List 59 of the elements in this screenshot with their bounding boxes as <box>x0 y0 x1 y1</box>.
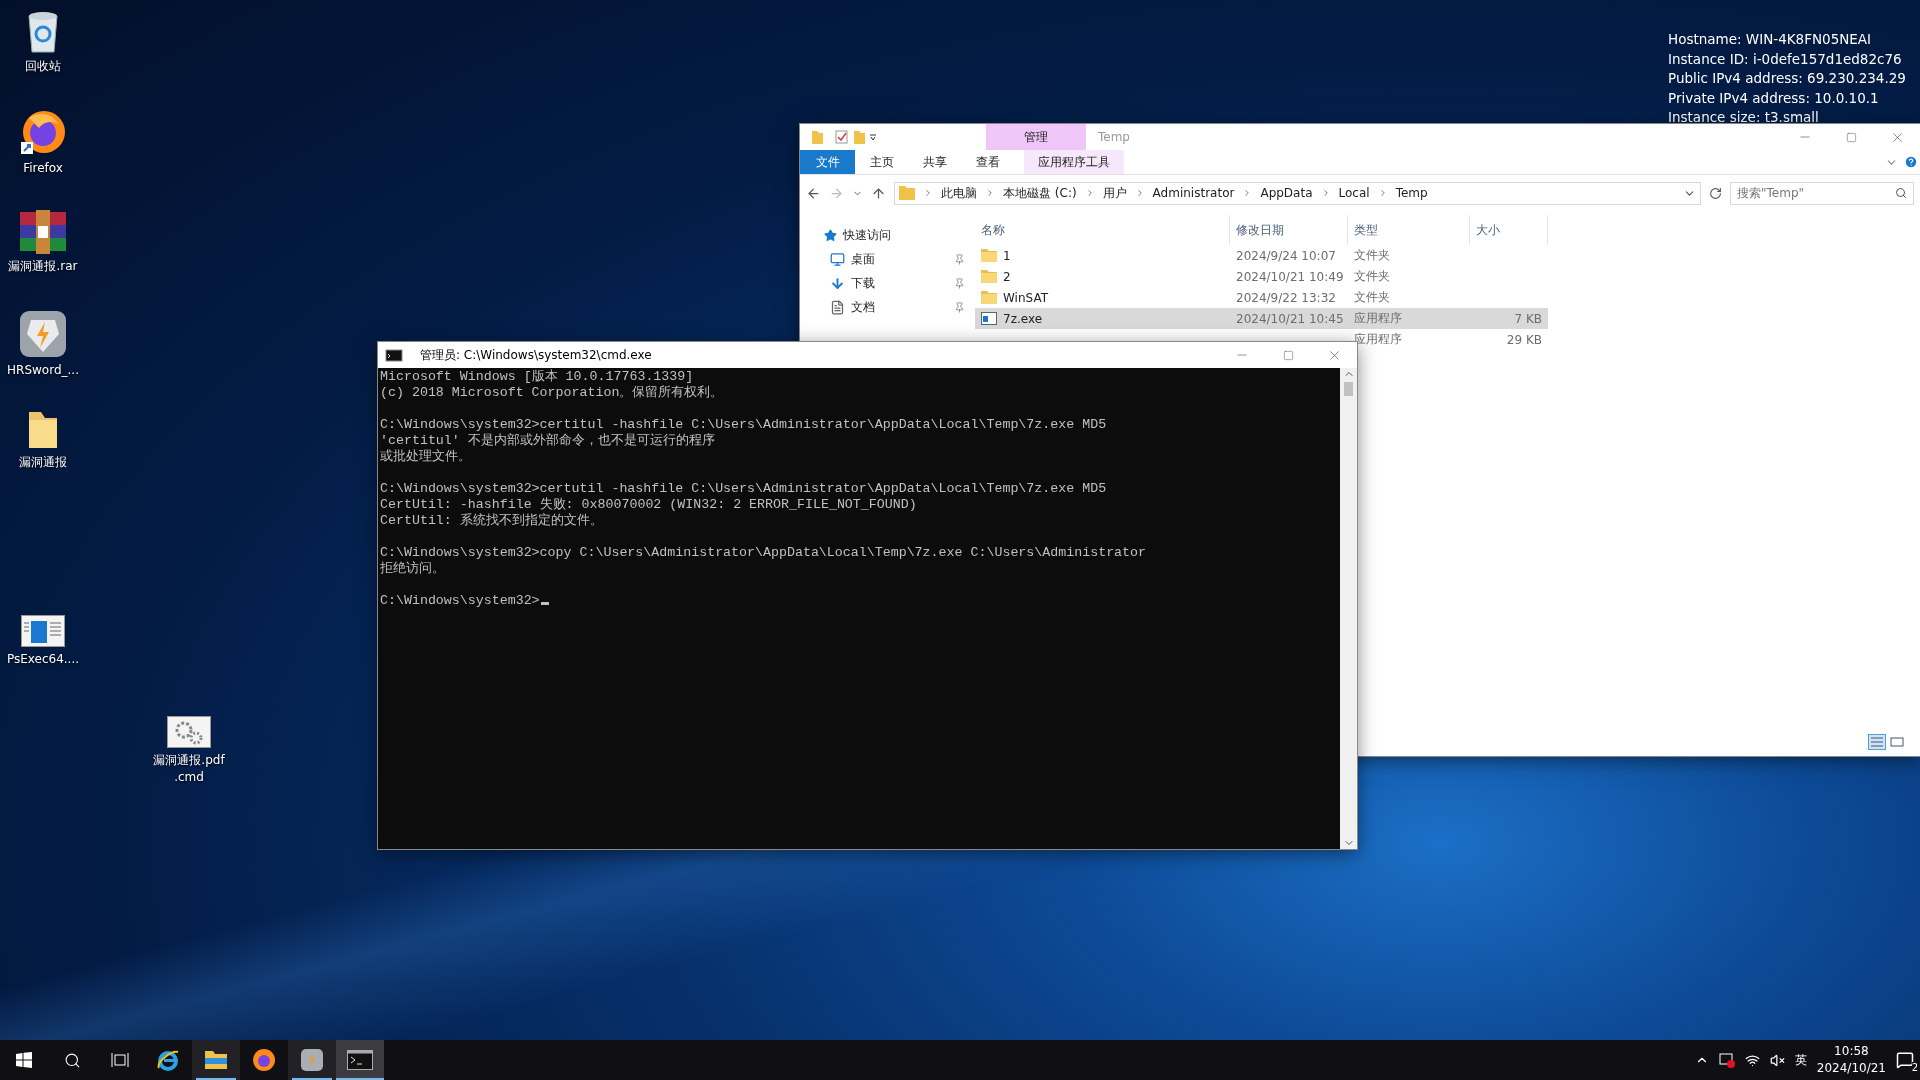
nav-item[interactable]: 下载 <box>800 271 975 295</box>
console-line: CertUtil: 系统找不到指定的文件。 <box>380 513 604 529</box>
window-title: 管理员: C:\Windows\system32\cmd.exe <box>419 346 653 364</box>
console-line: 拒绝访问。 <box>380 561 446 577</box>
console-line: 或批处理文件。 <box>380 449 472 465</box>
console-line: CertUtil: -hashfile 失败: 0x80070002 (WIN32: 2 ERROR_FILE_NOT_FOUND) <box>380 497 918 513</box>
column-header[interactable]: 类型 <box>1348 215 1470 245</box>
breadcrumb[interactable]: Local <box>1338 186 1370 200</box>
file-row[interactable]: WinSAT 2024/9/22 13:32 文件夹 <box>975 287 1548 308</box>
nav-item[interactable]: 文档 <box>800 295 975 319</box>
column-header[interactable]: 名称 <box>975 215 1230 245</box>
console-line: Microsoft Windows [版本 10.0.17763.1339] <box>380 369 695 385</box>
ribbon-tab[interactable]: 查看 <box>961 150 1014 174</box>
console-line: 'certitul' 不是内部或外部命令，也不是可运行的程序 <box>380 433 716 449</box>
file-name-cell: 1 <box>975 248 1230 263</box>
notification-count: 2 <box>1911 1062 1918 1073</box>
console-line: C:\Windows\system32>certutil -hashfile C:\Users\Administrator\AppData\Local\Temp\7z.exe MD5 <box>380 481 1108 497</box>
context-tab-header: 管理 <box>986 124 1086 150</box>
nav-item[interactable]: 快速访问 <box>800 223 975 247</box>
clock[interactable]: 10:58 2024/10/21 <box>1816 1043 1886 1077</box>
search-field[interactable]: 搜索"Temp" <box>1730 181 1914 205</box>
instance-info-line: Public IPv4 address: 69.230.234.29 <box>1668 69 1906 88</box>
ribbon-tab[interactable]: 应用程序工具 <box>1024 150 1124 174</box>
column-header[interactable]: 修改日期 <box>1230 215 1348 245</box>
input-method-indicator[interactable]: 英 <box>1794 1051 1807 1069</box>
address-bar[interactable]: 此电脑 本地磁盘 (C:) 用户 Administrator AppData Local Temp <box>894 181 1701 205</box>
breadcrumb[interactable]: Temp <box>1395 186 1428 200</box>
file-row[interactable]: 7z.exe 2024/10/21 10:45 应用程序 7 KB <box>975 308 1548 329</box>
file-name-cell: WinSAT <box>975 290 1230 305</box>
ribbon-tab[interactable]: 共享 <box>908 150 961 174</box>
console-prompt[interactable]: C:\Windows\system32> <box>380 593 1338 609</box>
window-title: Temp <box>1097 129 1131 146</box>
instance-info-line: Hostname: WIN-4K8FN05NEAI <box>1668 30 1873 49</box>
desktop-icon-label[interactable]: 漏洞通报.pdf .cmd <box>146 752 232 786</box>
breadcrumb[interactable]: 本地磁盘 (C:) <box>1003 184 1077 202</box>
desktop-icon-label[interactable]: Firefox <box>0 160 86 177</box>
instance-info-line: Private IPv4 address: 10.0.10.1 <box>1668 88 1880 108</box>
instance-info-line: Instance size: t3.small <box>1668 108 1820 127</box>
desktop-icon-label[interactable]: 漏洞通报 <box>0 454 86 471</box>
file-row[interactable]: 2 2024/10/21 10:49 文件夹 <box>975 266 1548 287</box>
ribbon-tab[interactable]: 主页 <box>855 150 908 174</box>
console-line: C:\Windows\system32>certitul -hashfile C:\Users\Administrator\AppData\Local\Temp\7z.exe MD5 <box>380 417 1108 433</box>
breadcrumb[interactable]: Administrator <box>1152 186 1235 200</box>
desktop-icon-label[interactable]: PsExec64.... <box>0 651 86 668</box>
console-line: C:\Windows\system32>copy C:\Users\Administrator\AppData\Local\Temp\7z.exe C:\Users\Administrator <box>380 545 1148 561</box>
ribbon-tab[interactable]: 文件 <box>800 150 855 174</box>
desktop-icon-label[interactable]: HRSword_... <box>0 362 86 379</box>
file-name-cell: 2 <box>975 269 1230 284</box>
column-header[interactable]: 大小 <box>1470 215 1548 245</box>
desktop-icon-label[interactable]: 漏洞通报.rar <box>0 258 86 275</box>
breadcrumb[interactable]: 此电脑 <box>941 184 977 202</box>
desktop-icon-label[interactable]: 回收站 <box>0 58 86 75</box>
console-line: (c) 2018 Microsoft Corporation。保留所有权利。 <box>380 385 725 401</box>
file-row[interactable]: 1 2024/9/24 10:07 文件夹 <box>975 245 1548 266</box>
file-name-cell: 7z.exe <box>975 311 1230 326</box>
instance-info-line: Instance ID: i-0defe157d1ed82c76 <box>1668 49 1903 69</box>
breadcrumb[interactable]: 用户 <box>1102 184 1127 202</box>
breadcrumb[interactable]: AppData <box>1260 186 1313 200</box>
nav-item[interactable]: 桌面 <box>800 247 975 271</box>
